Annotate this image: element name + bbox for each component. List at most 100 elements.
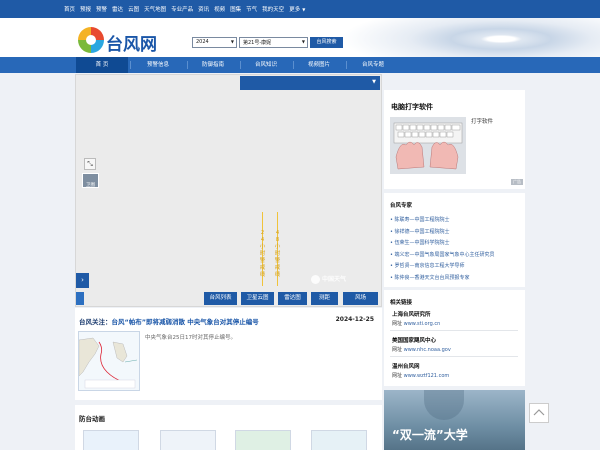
defense-animation-section: 防台动画 xyxy=(75,405,382,450)
topnav-item-video[interactable]: 视频 xyxy=(214,5,225,13)
typhoon-list-button[interactable]: 台风列表 xyxy=(204,292,237,305)
news-headline[interactable]: 台风关注：台风“帕布”即将减弱消散 中央气象台对其停止编号 xyxy=(79,316,259,326)
typhoon-search-button[interactable]: 台风搜索 xyxy=(310,37,343,48)
section-title: 防台动画 xyxy=(79,415,105,423)
ad-subtitle: 打字软件 xyxy=(471,119,494,125)
main-nav: 首 页 预警信息 防御指南 台风知识 视频图片 台风专题 xyxy=(0,57,600,73)
expert-name: 伍荣生—中国科学院院士 xyxy=(394,240,450,246)
link-url[interactable]: 网址 www.wztf121.com xyxy=(392,372,449,379)
expert-name: 陈仲良—香港天文台台风预报专家 xyxy=(394,274,470,281)
top-nav: 首页 预报 预警 雷达 云图 天气地图 专业产品 资讯 视频 图集 节气 我的天… xyxy=(64,5,305,13)
expert-item[interactable]: • 陈联寿—中国工程院院士 xyxy=(390,215,495,227)
typhoon-track-map[interactable] xyxy=(75,74,382,307)
typhoon-banner-image xyxy=(340,18,600,60)
nav-warning-info[interactable]: 预警信息 xyxy=(131,57,185,73)
ad-title: 电脑打字软件 xyxy=(391,103,433,111)
expert-item[interactable]: • 罗哲贤—南京信息工程大学导师 xyxy=(390,261,495,273)
ad-box[interactable]: 电脑打字软件 打字软件 广告 xyxy=(384,90,525,189)
related-links-box: 相关链接 上海台风研究所 网址 www.sti.org.cn 美国国家飓风中心 … xyxy=(384,290,525,386)
section-title: 相关链接 xyxy=(390,300,413,306)
radar-button[interactable]: 雷达图 xyxy=(278,292,307,305)
topnav-item-solar-terms[interactable]: 节气 xyxy=(246,5,257,13)
url-prefix: 网址 xyxy=(392,347,403,353)
topnav-item-gallery[interactable]: 图集 xyxy=(230,5,241,13)
expert-name: 罗哲贤—南京信息工程大学导师 xyxy=(394,263,465,269)
chevron-down-icon: ▼ xyxy=(372,79,376,85)
link-url[interactable]: 网址 www.sti.org.cn xyxy=(392,320,440,327)
header: 台风网 2024 ▼ 第21号-康妮 ▼ 台风搜索 xyxy=(0,18,600,60)
satellite-layer-button[interactable]: 卫图 xyxy=(82,173,99,188)
nav-typhoon-knowledge[interactable]: 台风知识 xyxy=(241,57,291,73)
expert-name: 端义宏—中国气象局国家气象中心主任研究员 xyxy=(394,251,495,258)
news-headline-text: 台风“帕布”即将减弱消散 中央气象台对其停止编号 xyxy=(111,318,259,326)
measure-button[interactable]: 测距 xyxy=(311,292,338,305)
warning-line-48h-label: 48小时警戒线 xyxy=(274,230,281,278)
news-prefix: 台风关注： xyxy=(79,318,112,326)
animation-thumbnail[interactable] xyxy=(311,430,367,450)
map-watermark: 中国天气 xyxy=(311,274,346,284)
topnav-item-forecast[interactable]: 预报 xyxy=(80,5,91,13)
topnav-item-cloud[interactable]: 云图 xyxy=(128,5,139,13)
ad-badge: 广告 xyxy=(511,179,523,185)
animation-thumbnail[interactable] xyxy=(235,430,291,450)
site-logo-text: 台风网 xyxy=(106,35,157,55)
news-summary: 中央气象台25日17时对其停止编号。 xyxy=(145,335,236,341)
expert-item[interactable]: • 陈仲良—香港天文台台风预报专家 xyxy=(390,273,495,285)
more-label: 更多 xyxy=(289,7,301,13)
url-prefix: 网址 xyxy=(392,321,403,327)
keyboard-icon xyxy=(390,117,466,174)
satellite-cloud-button[interactable]: 卫星云图 xyxy=(241,292,274,305)
expert-item[interactable]: • 伍荣生—中国科学院院士 xyxy=(390,238,495,250)
animation-thumbnail[interactable] xyxy=(160,430,216,450)
topnav-item-home[interactable]: 首页 xyxy=(64,5,75,13)
topnav-item-radar[interactable]: 雷达 xyxy=(112,5,123,13)
news-section: 台风关注：台风“帕布”即将减弱消散 中央气象台对其停止编号 2024-12-25… xyxy=(75,308,382,400)
expert-name: 徐祥德—中国工程院院士 xyxy=(394,228,450,235)
expert-item[interactable]: • 徐祥德—中国工程院院士 xyxy=(390,227,495,239)
link-name[interactable]: 上海台风研究所 xyxy=(392,310,431,318)
divider xyxy=(390,356,518,357)
url-text: www.wztf121.com xyxy=(403,373,450,379)
expert-item[interactable]: • 端义宏—中国气象局国家气象中心主任研究员 xyxy=(390,250,495,262)
fullscreen-icon[interactable]: ⤡ xyxy=(84,158,96,170)
topnav-item-more[interactable]: 更多 ▼ xyxy=(289,5,305,13)
university-banner[interactable]: “双一流”大学 xyxy=(384,390,525,450)
keyboard-hands-image xyxy=(390,117,466,174)
map-typhoon-dropdown[interactable]: ▼ xyxy=(240,76,380,90)
typhoon-select-value: 第21号-康妮 xyxy=(243,40,272,46)
topnav-item-weather-map[interactable]: 天气地图 xyxy=(144,5,166,13)
wind-field-button[interactable]: 风场 xyxy=(343,292,378,305)
animation-thumbnail[interactable] xyxy=(83,430,139,450)
nav-home[interactable]: 首 页 xyxy=(76,57,128,73)
nav-defense-guide[interactable]: 防御指南 xyxy=(188,57,238,73)
topnav-item-my-sky[interactable]: 我的天空 xyxy=(262,5,284,13)
back-to-top-button[interactable] xyxy=(529,403,549,423)
news-date: 2024-12-25 xyxy=(335,316,374,323)
chevron-right-icon: › xyxy=(81,276,84,284)
typhoon-select[interactable]: 第21号-康妮 ▼ xyxy=(239,37,308,48)
topnav-item-warning[interactable]: 预警 xyxy=(96,5,107,13)
link-name[interactable]: 美国国家飓风中心 xyxy=(392,336,436,344)
url-text: www.nhc.noaa.gov xyxy=(403,347,451,353)
news-track-thumbnail[interactable] xyxy=(78,331,140,391)
nav-video-pictures[interactable]: 视频图片 xyxy=(294,57,344,73)
nav-typhoon-topics[interactable]: 台风专题 xyxy=(347,57,399,73)
topnav-item-products[interactable]: 专业产品 xyxy=(171,5,193,13)
watermark-text: 中国天气 xyxy=(322,276,347,283)
warning-line-24h-label: 24小时警戒线 xyxy=(259,230,266,278)
link-name[interactable]: 温州台风网 xyxy=(392,362,420,370)
url-prefix: 网址 xyxy=(392,373,403,379)
chevron-up-icon xyxy=(533,409,545,416)
banner-text: “双一流”大学 xyxy=(392,428,468,442)
weather-logo-icon xyxy=(311,275,320,284)
year-select[interactable]: 2024 ▼ xyxy=(192,37,237,48)
expert-name: 陈联寿—中国工程院院士 xyxy=(394,217,450,223)
divider xyxy=(390,330,518,331)
top-bar: 首页 预报 预警 雷达 云图 天气地图 专业产品 资讯 视频 图集 节气 我的天… xyxy=(0,0,600,18)
chevron-down-icon: ▼ xyxy=(302,7,306,12)
map-bottom-strip xyxy=(76,292,84,305)
url-text: www.sti.org.cn xyxy=(403,321,441,327)
link-url[interactable]: 网址 www.nhc.noaa.gov xyxy=(392,346,451,353)
topnav-item-news[interactable]: 资讯 xyxy=(198,5,209,13)
expand-panel-button[interactable]: › xyxy=(76,273,89,288)
